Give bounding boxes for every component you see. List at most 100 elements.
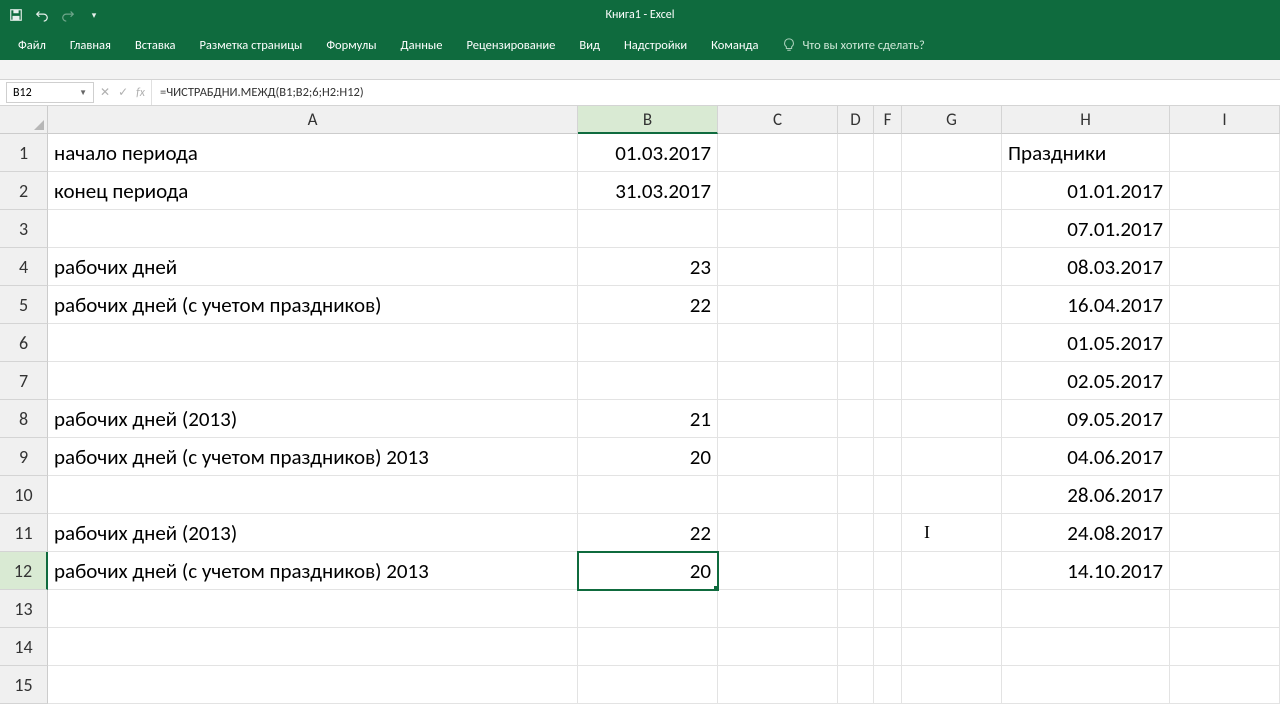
cell-H7[interactable]: 02.05.2017 xyxy=(1002,362,1170,400)
cell-C13[interactable] xyxy=(718,590,838,628)
cell-C11[interactable] xyxy=(718,514,838,552)
cell-I15[interactable] xyxy=(1170,666,1280,704)
cell-D8[interactable] xyxy=(838,400,874,438)
cell-A4[interactable]: рабочих дней xyxy=(48,248,578,286)
tell-me[interactable]: Что вы хотите сделать? xyxy=(770,30,936,60)
cell-C1[interactable] xyxy=(718,134,838,172)
cell-D14[interactable] xyxy=(838,628,874,666)
cell-D6[interactable] xyxy=(838,324,874,362)
cell-H15[interactable] xyxy=(1002,666,1170,704)
cell-C2[interactable] xyxy=(718,172,838,210)
cell-I4[interactable] xyxy=(1170,248,1280,286)
row-header[interactable]: 14 xyxy=(0,628,48,666)
cell-A15[interactable] xyxy=(48,666,578,704)
cell-G5[interactable] xyxy=(902,286,1002,324)
row-header[interactable]: 11 xyxy=(0,514,48,552)
cell-G4[interactable] xyxy=(902,248,1002,286)
cell-F8[interactable] xyxy=(874,400,902,438)
cell-G3[interactable] xyxy=(902,210,1002,248)
cell-D15[interactable] xyxy=(838,666,874,704)
cell-I9[interactable] xyxy=(1170,438,1280,476)
cell-C3[interactable] xyxy=(718,210,838,248)
cell-C14[interactable] xyxy=(718,628,838,666)
tab-view[interactable]: Вид xyxy=(567,30,612,60)
cell-C7[interactable] xyxy=(718,362,838,400)
cell-F14[interactable] xyxy=(874,628,902,666)
row-header[interactable]: 8 xyxy=(0,400,48,438)
col-header-B[interactable]: B xyxy=(578,106,718,134)
undo-icon[interactable] xyxy=(30,3,54,27)
col-header-C[interactable]: C xyxy=(718,106,838,134)
cell-G13[interactable] xyxy=(902,590,1002,628)
col-header-A[interactable]: A xyxy=(48,106,578,134)
cell-I10[interactable] xyxy=(1170,476,1280,514)
cell-C12[interactable] xyxy=(718,552,838,590)
cell-D2[interactable] xyxy=(838,172,874,210)
cell-G14[interactable] xyxy=(902,628,1002,666)
tab-data[interactable]: Данные xyxy=(389,30,455,60)
cell-A5[interactable]: рабочих дней (с учетом праздников) xyxy=(48,286,578,324)
qat-customize-icon[interactable]: ▾ xyxy=(82,3,106,27)
cell-H12[interactable]: 14.10.2017 xyxy=(1002,552,1170,590)
row-header[interactable]: 2 xyxy=(0,172,48,210)
cell-G6[interactable] xyxy=(902,324,1002,362)
cell-C8[interactable] xyxy=(718,400,838,438)
col-header-D[interactable]: D xyxy=(838,106,874,134)
tab-review[interactable]: Рецензирование xyxy=(454,30,567,60)
cell-A3[interactable] xyxy=(48,210,578,248)
col-header-G[interactable]: G xyxy=(902,106,1002,134)
row-header[interactable]: 10 xyxy=(0,476,48,514)
name-box[interactable]: B12 ▼ xyxy=(6,82,94,103)
cell-B14[interactable] xyxy=(578,628,718,666)
cell-H8[interactable]: 09.05.2017 xyxy=(1002,400,1170,438)
cell-F7[interactable] xyxy=(874,362,902,400)
cell-B13[interactable] xyxy=(578,590,718,628)
cell-H10[interactable]: 28.06.2017 xyxy=(1002,476,1170,514)
cell-B6[interactable] xyxy=(578,324,718,362)
chevron-down-icon[interactable]: ▼ xyxy=(79,88,87,98)
cell-A14[interactable] xyxy=(48,628,578,666)
cell-G12[interactable] xyxy=(902,552,1002,590)
cell-F12[interactable] xyxy=(874,552,902,590)
cell-A8[interactable]: рабочих дней (2013) xyxy=(48,400,578,438)
col-header-H[interactable]: H xyxy=(1002,106,1170,134)
cell-G11[interactable]: I xyxy=(902,514,1002,552)
cell-H6[interactable]: 01.05.2017 xyxy=(1002,324,1170,362)
cell-B15[interactable] xyxy=(578,666,718,704)
enter-icon[interactable]: ✓ xyxy=(118,85,128,100)
row-header[interactable]: 7 xyxy=(0,362,48,400)
cell-G7[interactable] xyxy=(902,362,1002,400)
row-header[interactable]: 12 xyxy=(0,552,48,590)
cell-F13[interactable] xyxy=(874,590,902,628)
cell-F1[interactable] xyxy=(874,134,902,172)
row-header[interactable]: 4 xyxy=(0,248,48,286)
cell-I14[interactable] xyxy=(1170,628,1280,666)
cell-H1[interactable]: Праздники xyxy=(1002,134,1170,172)
cell-H3[interactable]: 07.01.2017 xyxy=(1002,210,1170,248)
col-header-I[interactable]: I xyxy=(1170,106,1280,134)
cell-A7[interactable] xyxy=(48,362,578,400)
tab-team[interactable]: Команда xyxy=(699,30,770,60)
cell-F11[interactable] xyxy=(874,514,902,552)
cell-A6[interactable] xyxy=(48,324,578,362)
cell-D11[interactable] xyxy=(838,514,874,552)
cell-F10[interactable] xyxy=(874,476,902,514)
cell-D4[interactable] xyxy=(838,248,874,286)
cell-A13[interactable] xyxy=(48,590,578,628)
spreadsheet-grid[interactable]: A B C D F G H I 1 начало периода 01.03.2… xyxy=(0,106,1280,704)
tab-pagelayout[interactable]: Разметка страницы xyxy=(187,30,314,60)
cell-D12[interactable] xyxy=(838,552,874,590)
cell-C15[interactable] xyxy=(718,666,838,704)
cell-I1[interactable] xyxy=(1170,134,1280,172)
cell-B3[interactable] xyxy=(578,210,718,248)
cell-D1[interactable] xyxy=(838,134,874,172)
cell-H5[interactable]: 16.04.2017 xyxy=(1002,286,1170,324)
tab-addins[interactable]: Надстройки xyxy=(612,30,699,60)
row-header[interactable]: 5 xyxy=(0,286,48,324)
cell-C9[interactable] xyxy=(718,438,838,476)
fx-icon[interactable]: fx xyxy=(136,86,145,100)
cell-H11[interactable]: 24.08.2017 xyxy=(1002,514,1170,552)
cell-A11[interactable]: рабочих дней (2013) xyxy=(48,514,578,552)
cell-I5[interactable] xyxy=(1170,286,1280,324)
cell-B7[interactable] xyxy=(578,362,718,400)
